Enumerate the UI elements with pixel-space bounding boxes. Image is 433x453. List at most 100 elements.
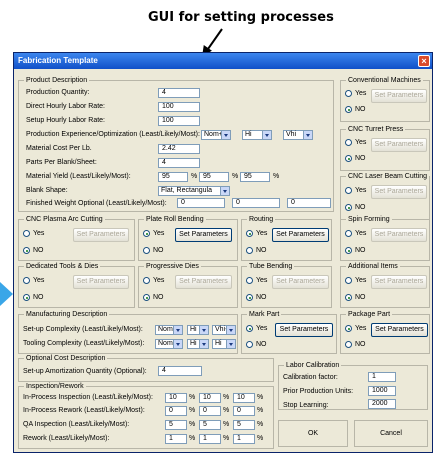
- setup-amortization-input[interactable]: 4: [158, 366, 202, 376]
- calibration-factor-input[interactable]: 1: [368, 372, 396, 382]
- setup-complexity-most-select[interactable]: Vhi-: [212, 325, 236, 335]
- dedicated-tools-yes-radio[interactable]: [23, 277, 30, 284]
- chevron-down-icon[interactable]: [226, 340, 235, 348]
- routing-set-parameters-button[interactable]: Set Parameters: [272, 228, 329, 242]
- package-part-set-parameters-button[interactable]: Set Parameters: [371, 323, 428, 337]
- additional-items-set-parameters-button[interactable]: Set Parameters: [371, 275, 427, 289]
- plate-roll-bending-no-radio[interactable]: [143, 247, 150, 254]
- material-yield-most-unit: %: [273, 173, 280, 180]
- inspection-row-likely-input[interactable]: 0: [199, 406, 221, 416]
- mark-part-yes-radio[interactable]: [246, 325, 253, 332]
- blank-shape-select[interactable]: Flat, Rectangula: [158, 186, 230, 196]
- optional-cost-group: Optional Cost Description Set-up Amortiz…: [18, 354, 274, 382]
- routing-no-radio[interactable]: [246, 247, 253, 254]
- inspection-row-likely-input[interactable]: 5: [199, 420, 221, 430]
- production-experience-most-select[interactable]: Vhi: [283, 130, 313, 140]
- inspection-row-likely-input[interactable]: 10: [199, 393, 221, 403]
- spin-forming-no-radio[interactable]: [345, 247, 352, 254]
- close-icon[interactable]: ×: [418, 55, 430, 67]
- chevron-down-icon[interactable]: [303, 131, 312, 139]
- material-yield-likely-input[interactable]: 95: [199, 172, 229, 182]
- package-part-yes-radio[interactable]: [345, 325, 352, 332]
- material-cost-label: Material Cost Per Lb.: [26, 145, 92, 152]
- chevron-down-icon[interactable]: [199, 326, 208, 334]
- plate-roll-bending-set-parameters-button[interactable]: Set Parameters: [175, 228, 232, 242]
- progressive-dies-set-parameters-button[interactable]: Set Parameters: [175, 275, 232, 289]
- inspection-row-least-input[interactable]: 0: [165, 406, 187, 416]
- finished-weight-most-input[interactable]: 0: [287, 198, 331, 208]
- cnc-laser-beam-set-parameters-button[interactable]: Set Parameters: [371, 185, 427, 199]
- finished-weight-likely-input[interactable]: 0: [232, 198, 280, 208]
- cancel-button[interactable]: Cancel: [354, 420, 428, 447]
- setup-labor-rate-input[interactable]: 100: [158, 116, 200, 126]
- chevron-down-icon[interactable]: [226, 326, 235, 334]
- package-part-no-radio[interactable]: [345, 341, 352, 348]
- mark-part-no-radio[interactable]: [246, 341, 253, 348]
- progressive-dies-yes-radio[interactable]: [143, 277, 150, 284]
- chevron-down-icon[interactable]: [221, 131, 230, 139]
- cnc-turret-press-yes-radio[interactable]: [345, 139, 352, 146]
- conventional-machines-no-radio[interactable]: [345, 106, 352, 113]
- mark-part-set-parameters-button[interactable]: Set Parameters: [275, 323, 333, 337]
- inspection-row-most-input[interactable]: 0: [233, 406, 255, 416]
- spin-forming-set-parameters-button[interactable]: Set Parameters: [371, 228, 427, 242]
- tooling-complexity-likely-select[interactable]: Hi: [187, 339, 209, 349]
- tooling-complexity-most-select[interactable]: Hi: [212, 339, 236, 349]
- inspection-row-least-unit: %: [189, 421, 196, 428]
- cnc-turret-press-no-radio[interactable]: [345, 155, 352, 162]
- dedicated-tools-title: Dedicated Tools & Dies: [24, 262, 101, 271]
- production-experience-least-select[interactable]: Nom+: [201, 130, 231, 140]
- prior-units-input[interactable]: 1000: [368, 386, 396, 396]
- stop-learning-input[interactable]: 2000: [368, 399, 396, 409]
- finished-weight-least-input[interactable]: 0: [177, 198, 225, 208]
- chevron-down-icon[interactable]: [262, 131, 271, 139]
- chevron-down-icon[interactable]: [173, 326, 182, 334]
- window-titlebar: Fabrication Template ×: [14, 53, 432, 69]
- cnc-plasma-arc-no-radio[interactable]: [23, 247, 30, 254]
- inspection-row-most-input[interactable]: 1: [233, 434, 255, 444]
- spin-forming-yes-radio[interactable]: [345, 230, 352, 237]
- inspection-row-likely-input[interactable]: 1: [199, 434, 221, 444]
- production-experience-likely-select[interactable]: Hi: [242, 130, 272, 140]
- spin-forming-yes-label: Yes: [355, 230, 367, 237]
- direct-labor-rate-input[interactable]: 100: [158, 102, 200, 112]
- inspection-row-least-input[interactable]: 10: [165, 393, 187, 403]
- material-cost-input[interactable]: 2.42: [158, 144, 200, 154]
- production-quantity-input[interactable]: 4: [158, 88, 200, 98]
- setup-complexity-likely-select[interactable]: Hi: [187, 325, 209, 335]
- dedicated-tools-no-radio[interactable]: [23, 294, 30, 301]
- conventional-machines-set-parameters-button[interactable]: Set Parameters: [371, 89, 427, 103]
- chevron-down-icon[interactable]: [220, 187, 229, 195]
- cnc-turret-press-set-parameters-button[interactable]: Set Parameters: [371, 138, 427, 152]
- inspection-row-most-input[interactable]: 5: [233, 420, 255, 430]
- plate-roll-bending-group: Plate Roll Bending Yes NO Set Parameters: [138, 215, 238, 261]
- parts-per-blank-input[interactable]: 4: [158, 158, 200, 168]
- routing-yes-radio[interactable]: [246, 230, 253, 237]
- additional-items-no-radio[interactable]: [345, 294, 352, 301]
- cnc-plasma-arc-yes-radio[interactable]: [23, 230, 30, 237]
- inspection-row-least-input[interactable]: 5: [165, 420, 187, 430]
- plate-roll-bending-yes-radio[interactable]: [143, 230, 150, 237]
- ok-button[interactable]: OK: [278, 420, 348, 447]
- material-yield-most-input[interactable]: 95: [240, 172, 270, 182]
- material-yield-least-input[interactable]: 95: [158, 172, 188, 182]
- conventional-machines-yes-radio[interactable]: [345, 90, 352, 97]
- chevron-down-icon[interactable]: [199, 340, 208, 348]
- additional-items-yes-radio[interactable]: [345, 277, 352, 284]
- setup-complexity-least-select[interactable]: Nom: [155, 325, 183, 335]
- cnc-laser-beam-yes-radio[interactable]: [345, 187, 352, 194]
- cnc-plasma-arc-set-parameters-button[interactable]: Set Parameters: [73, 228, 129, 242]
- tube-bending-no-radio[interactable]: [246, 294, 253, 301]
- inspection-row-least-input[interactable]: 1: [165, 434, 187, 444]
- progressive-dies-title: Progressive Dies: [144, 262, 201, 271]
- tube-bending-no-label: NO: [256, 294, 267, 301]
- dedicated-tools-set-parameters-button[interactable]: Set Parameters: [73, 275, 129, 289]
- inspection-row-most-input[interactable]: 10: [233, 393, 255, 403]
- tooling-complexity-least-select[interactable]: Nom: [155, 339, 183, 349]
- progressive-dies-no-radio[interactable]: [143, 294, 150, 301]
- chevron-down-icon[interactable]: [173, 340, 182, 348]
- tube-bending-yes-radio[interactable]: [246, 277, 253, 284]
- tube-bending-set-parameters-button[interactable]: Set Parameters: [272, 275, 329, 289]
- cnc-laser-beam-no-radio[interactable]: [345, 204, 352, 211]
- cnc-turret-press-title: CNC Turret Press: [346, 125, 406, 134]
